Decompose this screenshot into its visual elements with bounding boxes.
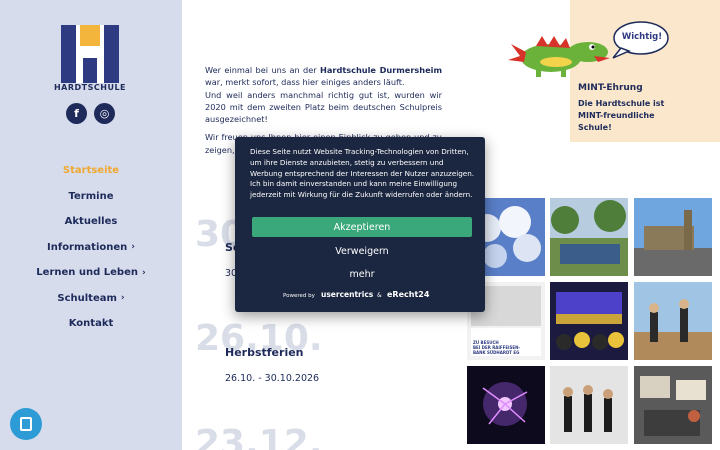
intro-paragraph-1: Wer einmal bei uns an der Hardtschule Du… (205, 64, 442, 125)
deny-button[interactable]: Verweigern (252, 241, 472, 261)
nav-label: Informationen (47, 241, 128, 253)
speech-bubble: Wichtig! (611, 20, 669, 60)
photo-tile[interactable] (550, 282, 628, 360)
chevron-right-icon: › (131, 242, 135, 253)
photo-tile[interactable] (550, 366, 628, 444)
nav-item-lernen-und-leben[interactable]: Lernen und Leben › (0, 260, 182, 286)
chevron-right-icon: › (120, 293, 125, 304)
dragon-mascot-image (506, 30, 611, 80)
usercentrics-logo[interactable]: usercentrics (321, 290, 373, 299)
event-title[interactable]: Herbstferien (225, 346, 304, 359)
nav-label: Schulteam (57, 292, 117, 304)
chevron-right-icon: › (141, 267, 146, 278)
photo-tile[interactable] (634, 198, 712, 276)
nav-item-startseite[interactable]: Startseite (0, 158, 182, 184)
cookie-consent-text: Diese Seite nutzt Website Tracking-Techn… (250, 147, 475, 200)
cookie-consent-dialog: Diese Seite nutzt Website Tracking-Techn… (235, 137, 485, 312)
nav-item-aktuelles[interactable]: Aktuelles (0, 209, 182, 235)
powered-by-label: Powered by (283, 293, 315, 299)
nav-label: Aktuelles (64, 216, 118, 228)
erecht24-logo[interactable]: eRecht24 (387, 290, 429, 299)
photo-tile[interactable] (634, 366, 712, 444)
photo-tile[interactable] (467, 366, 545, 444)
facebook-icon[interactable]: f (66, 103, 87, 124)
main-nav: Startseite Termine Aktuelles Information… (0, 158, 182, 337)
accept-button[interactable]: Akzeptieren (252, 217, 472, 237)
instagram-icon[interactable]: ◎ (94, 103, 115, 124)
nav-item-schulteam[interactable]: Schulteam › (0, 286, 182, 312)
logo-text: HARDTSCHULE (53, 83, 127, 92)
badge-line: BANK SÜDHARDT EG (473, 350, 520, 355)
event-big-date: 23.12. (195, 423, 323, 450)
nav-item-termine[interactable]: Termine (0, 184, 182, 210)
photo-tile[interactable] (550, 198, 628, 276)
school-name: Hardtschule Durmersheim (320, 65, 442, 75)
intro-text-span: war, merkt sofort, dass hier einiges and… (205, 77, 405, 88)
mint-subtitle: Die Hardtschule ist MINT-freundliche Sch… (578, 99, 665, 132)
bubble-text: Wichtig! (621, 32, 663, 42)
ampersand: & (377, 292, 382, 299)
event-dates: 26.10. - 30.10.2026 (225, 373, 320, 384)
intro-text-span: Wer einmal bei uns an der (205, 65, 321, 75)
photo-tile[interactable] (634, 282, 712, 360)
nav-label: Kontakt (68, 318, 114, 330)
more-button[interactable]: mehr (252, 264, 472, 284)
chat-button[interactable] (10, 408, 42, 440)
nav-item-informationen[interactable]: Informationen › (0, 235, 182, 261)
intro-award-text: Und weil anders manchmal richtig gut ist… (205, 89, 442, 125)
nav-label: Lernen und Leben (36, 267, 138, 279)
nav-label: Termine (68, 190, 114, 202)
sidebar: HARDTSCHULE f ◎ Startseite Termine Aktue… (0, 0, 182, 450)
chat-icon (20, 417, 32, 431)
nav-label: Startseite (62, 165, 120, 177)
nav-item-kontakt[interactable]: Kontakt (0, 311, 182, 337)
photo-badge-text: ZU BESUCH BEI DER RAIFFEISEN- BANK SÜDHA… (473, 340, 520, 355)
mint-title: MINT-Ehrung (578, 83, 643, 93)
